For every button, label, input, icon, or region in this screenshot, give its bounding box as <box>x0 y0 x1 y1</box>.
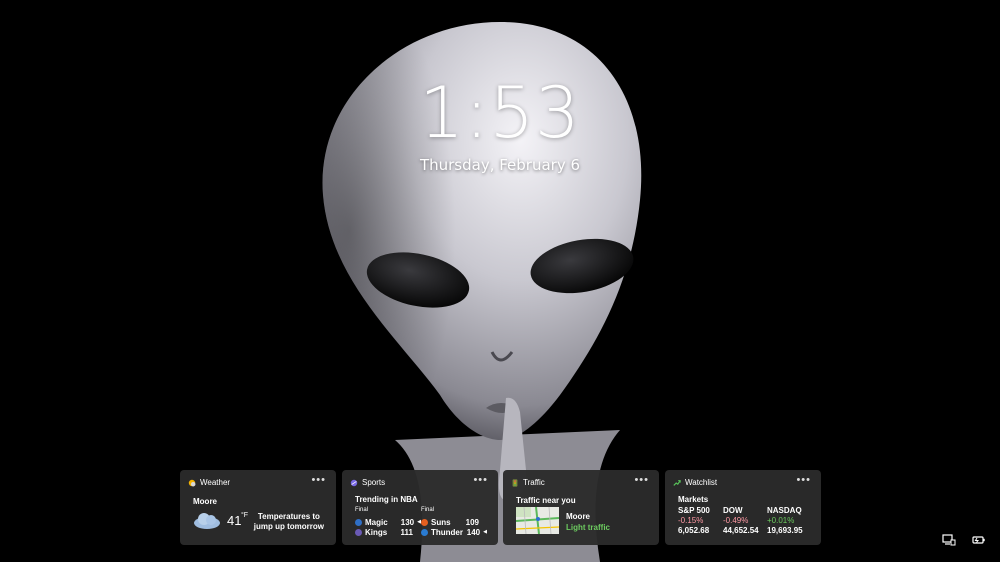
team-score: 130 <box>400 517 415 527</box>
traffic-map-thumbnail[interactable] <box>516 507 559 534</box>
weather-forecast-line1: Temperatures to <box>257 512 320 521</box>
weather-widget[interactable]: Weather ••• Moore 41 °F Temperatures to … <box>180 470 336 545</box>
sports-heading: Trending in NBA <box>355 495 418 504</box>
stock-change: -0.49% <box>723 516 749 525</box>
stock-value: 19,693.95 <box>767 526 803 535</box>
team-score: 140 <box>466 527 481 537</box>
stock-item[interactable]: DOW -0.49% 44,652.54 <box>723 506 767 536</box>
stock-value: 44,652.54 <box>723 526 759 535</box>
team-logo-icon <box>421 518 428 526</box>
stock-value: 6,052.68 <box>678 526 710 535</box>
game-card[interactable]: Magic 130 ◀ Kings 111 <box>355 517 421 537</box>
sports-more-button[interactable]: ••• <box>473 474 488 486</box>
team-name: Thunder <box>431 527 463 537</box>
team-name: Kings <box>365 527 388 537</box>
traffic-icon <box>512 478 518 487</box>
stock-item[interactable]: S&P 500 -0.15% 6,052.68 <box>678 506 722 536</box>
team-logo-icon <box>421 528 428 536</box>
sports-widget-title: Sports <box>362 478 386 487</box>
team-score: 111 <box>400 527 413 537</box>
battery-icon[interactable] <box>972 533 986 547</box>
game-status: Final <box>421 507 435 513</box>
team-logo-icon <box>355 528 362 536</box>
sun-icon <box>188 479 196 486</box>
stock-name: S&P 500 <box>678 506 710 515</box>
cloud-icon <box>194 513 220 529</box>
winner-indicator-icon: ◀ <box>483 529 487 535</box>
game-status: Final <box>355 507 369 513</box>
lock-screen-time: 1:53 <box>419 72 581 154</box>
team-name: Magic <box>365 517 388 527</box>
weather-location: Moore <box>193 497 217 506</box>
traffic-status: Light traffic <box>566 523 610 532</box>
team-score: 109 <box>465 517 479 527</box>
traffic-location: Moore <box>566 512 590 521</box>
stock-change: +0.01% <box>767 516 795 525</box>
traffic-widget[interactable]: Traffic ••• Traffic near you Moore Light… <box>503 470 659 545</box>
watchlist-more-button[interactable]: ••• <box>796 474 811 486</box>
watchlist-widget-title: Watchlist <box>685 478 718 487</box>
lock-screen-date: Thursday, February 6 <box>419 156 581 174</box>
network-icon[interactable] <box>942 533 956 547</box>
traffic-heading: Traffic near you <box>516 496 576 505</box>
weather-widget-title: Weather <box>200 478 231 487</box>
sports-widget[interactable]: Sports ••• Trending in NBA Final Magic 1… <box>342 470 498 545</box>
markets-heading: Markets <box>678 495 709 504</box>
game-card[interactable]: Suns 109 Thunder 140 ◀ <box>421 517 487 537</box>
stock-name: NASDAQ <box>767 506 802 515</box>
watchlist-widget[interactable]: Watchlist ••• Markets S&P 500 -0.15% 6,0… <box>665 470 821 545</box>
weather-more-button[interactable]: ••• <box>311 474 326 486</box>
team-name: Suns <box>431 517 451 527</box>
weather-temperature: 41 <box>227 513 242 528</box>
sports-icon <box>350 479 358 486</box>
stock-name: DOW <box>723 506 743 515</box>
stock-change: -0.15% <box>678 516 704 525</box>
traffic-more-button[interactable]: ••• <box>634 474 649 486</box>
weather-forecast-line2: jump up tomorrow <box>253 522 324 531</box>
team-logo-icon <box>355 518 362 526</box>
weather-unit: °F <box>241 512 249 519</box>
stock-item[interactable]: NASDAQ +0.01% 19,693.95 <box>767 506 817 536</box>
traffic-widget-title: Traffic <box>523 478 545 487</box>
stocks-icon <box>673 479 681 486</box>
